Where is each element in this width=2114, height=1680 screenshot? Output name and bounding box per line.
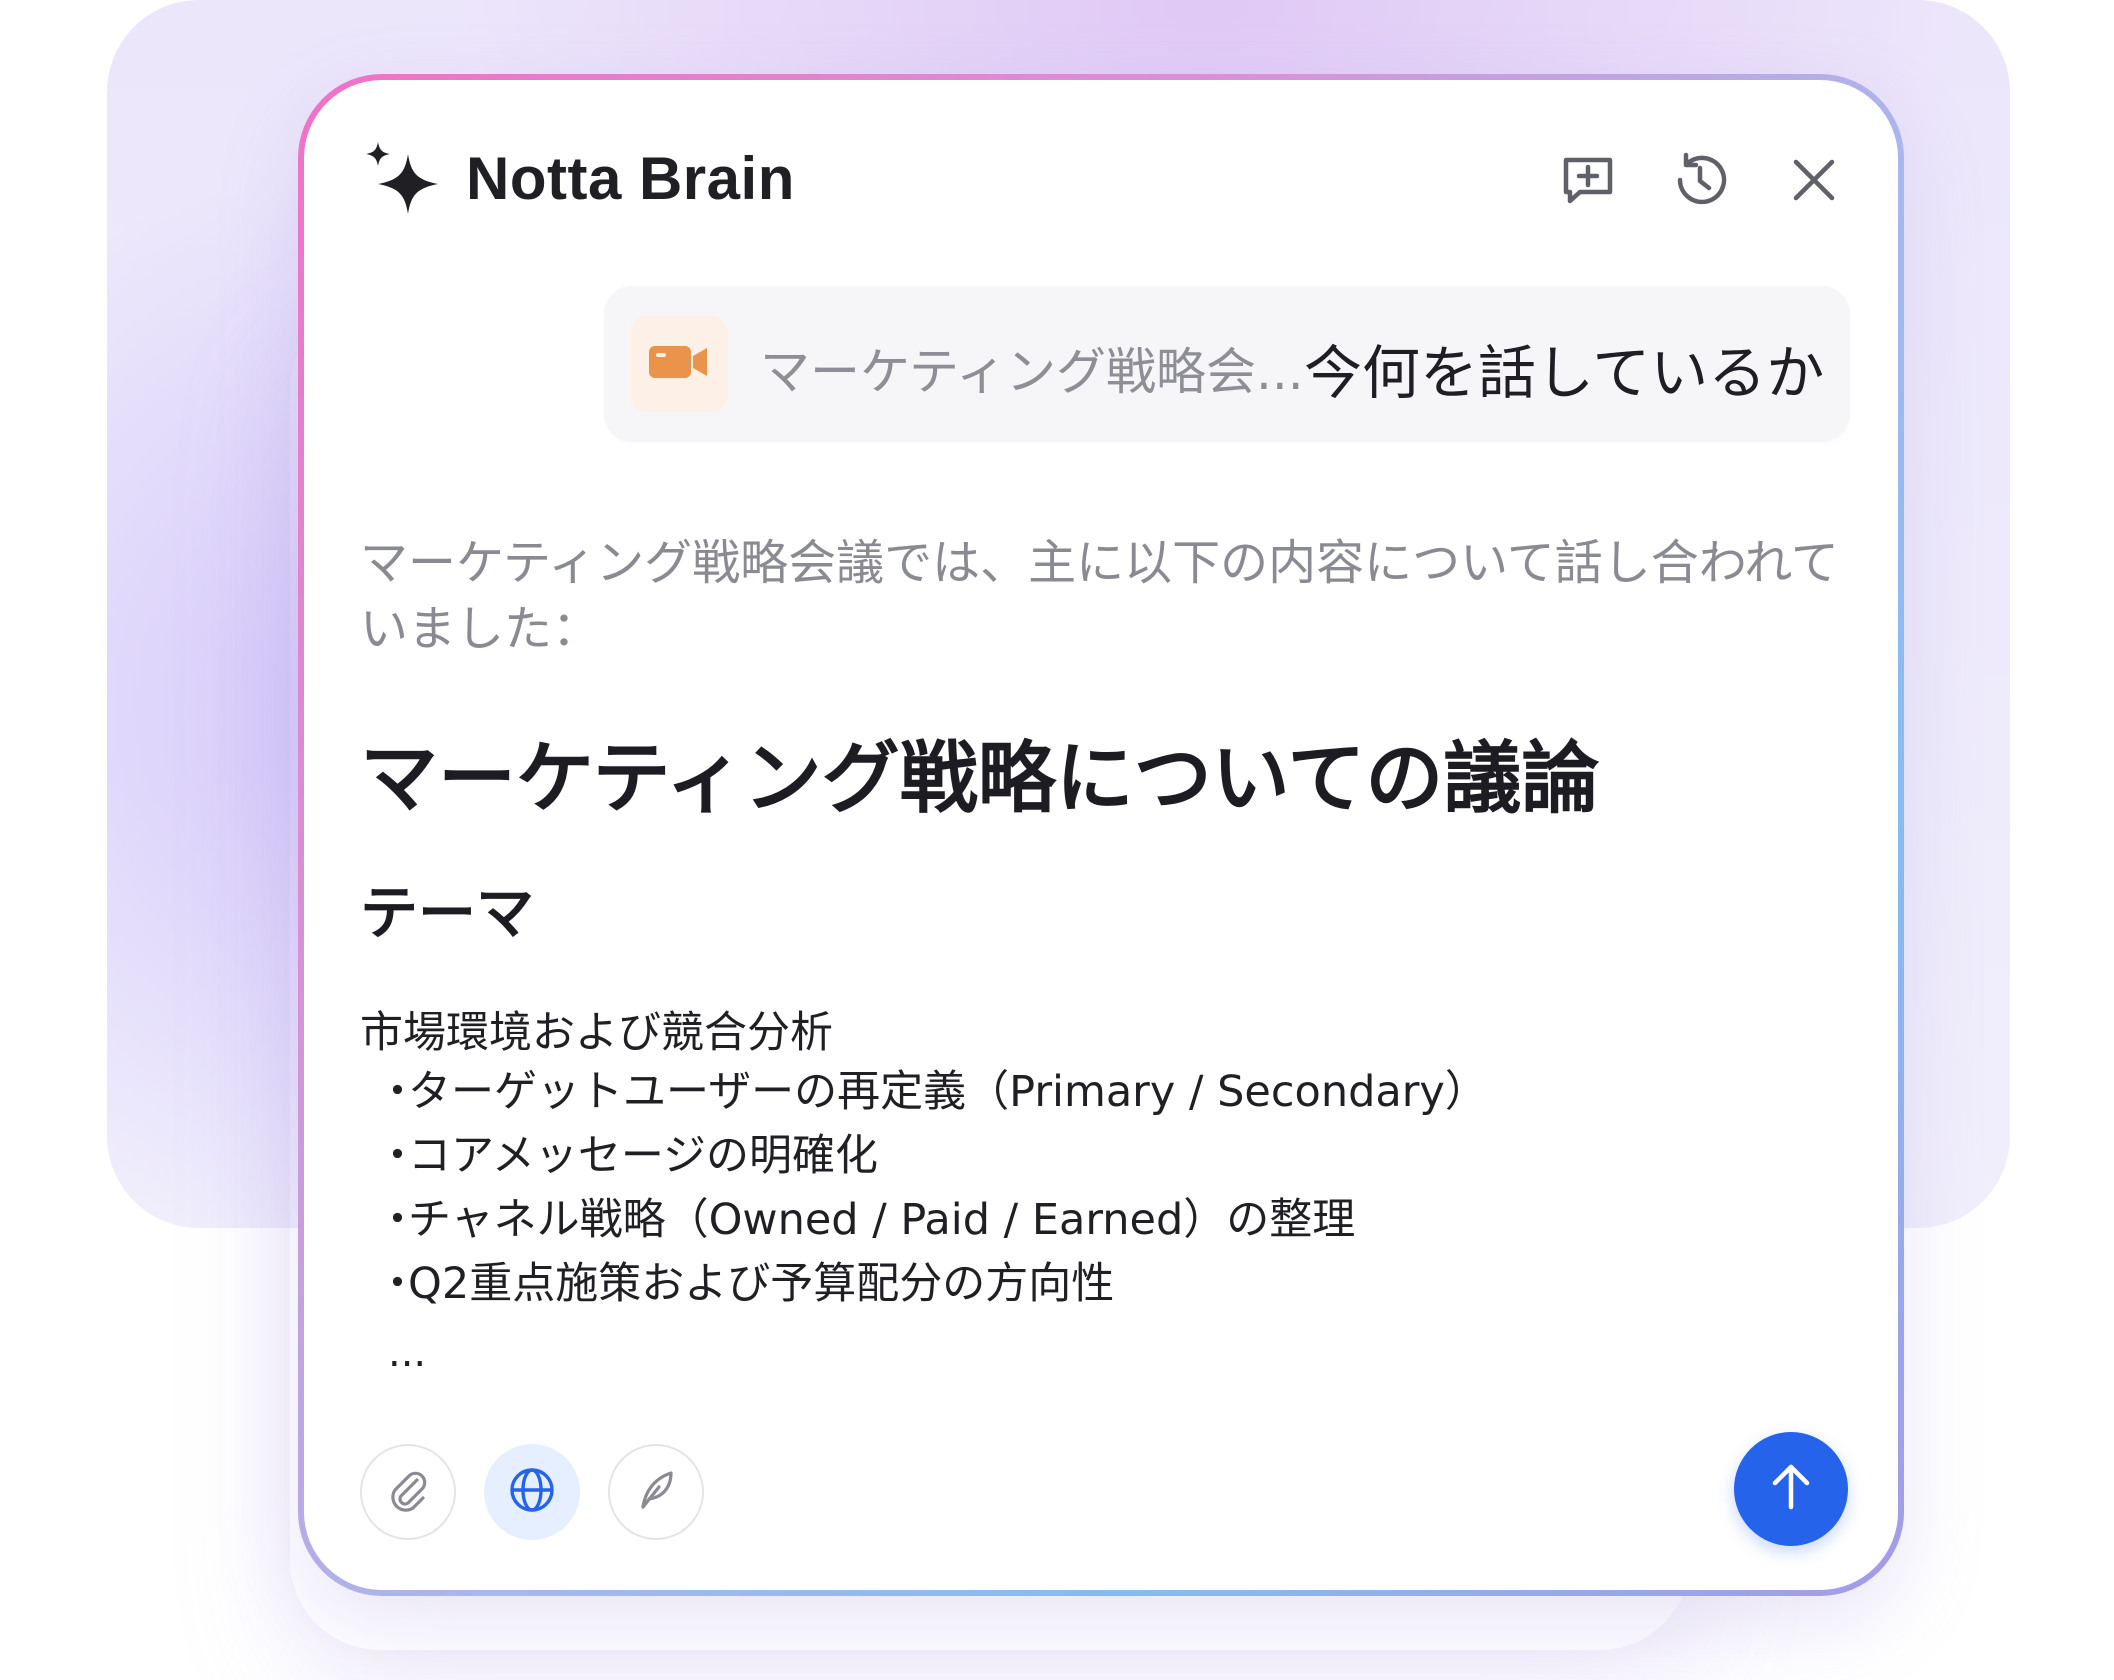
list-item: ・チャネル戦略（Owned / Paid / Earned）の整理 (376, 1188, 1488, 1252)
bullet-icon: ・ (376, 1195, 419, 1245)
close-button[interactable] (1778, 146, 1850, 218)
send-button[interactable] (1734, 1432, 1848, 1546)
video-camera-icon (647, 338, 711, 391)
attached-recording[interactable] (630, 316, 728, 412)
paperclip-icon (383, 1465, 433, 1520)
bullet-list: ・ターゲットユーザーの再定義（Primary / Secondary） ・コアメ… (376, 1060, 1488, 1316)
new-chat-button[interactable] (1552, 146, 1624, 218)
new-chat-icon (1556, 148, 1620, 217)
list-item: ・ターゲットユーザーの再定義（Primary / Secondary） (376, 1060, 1488, 1124)
web-search-toggle[interactable] (484, 1444, 580, 1540)
history-button[interactable] (1664, 146, 1736, 218)
app-title: Notta Brain (466, 145, 795, 212)
panel-header: Notta Brain (304, 80, 1898, 280)
list-item: ・Q2重点施策および予算配分の方向性 (376, 1252, 1488, 1316)
list-item: ・コアメッセージの明確化 (376, 1124, 1488, 1188)
recording-name[interactable]: マーケティング戦略会... (760, 332, 1304, 404)
continuation-ellipsis: ... (388, 1330, 427, 1376)
section-heading: テーマ (360, 879, 535, 947)
bullet-icon: ・ (376, 1067, 419, 1117)
bullet-icon: ・ (376, 1131, 419, 1181)
arrow-up-icon (1763, 1459, 1819, 1520)
query-text: 今何を話しているか (1304, 339, 1825, 407)
answer-heading: マーケティング戦略についての議論 (360, 734, 1600, 824)
user-query-bubble: マーケティング戦略会... 今何を話しているか (604, 286, 1850, 442)
sparkle-icon (362, 140, 442, 220)
chat-panel: Notta Brain マーケティング戦略会... 今何を話しているか マーケテ… (304, 80, 1898, 1590)
writing-style-button[interactable] (608, 1444, 704, 1540)
answer-intro: マーケティング戦略会議では、主に以下の内容について話し合われていました： (360, 535, 1839, 657)
close-icon (1782, 148, 1846, 217)
topic-text: 市場環境および競合分析 (360, 1008, 833, 1058)
attach-button[interactable] (360, 1444, 456, 1540)
globe-icon (507, 1465, 557, 1520)
history-icon (1668, 148, 1732, 217)
bullet-icon: ・ (376, 1259, 419, 1309)
feather-icon (631, 1465, 681, 1520)
chat-panel-border: Notta Brain マーケティング戦略会... 今何を話しているか マーケテ… (298, 74, 1904, 1596)
